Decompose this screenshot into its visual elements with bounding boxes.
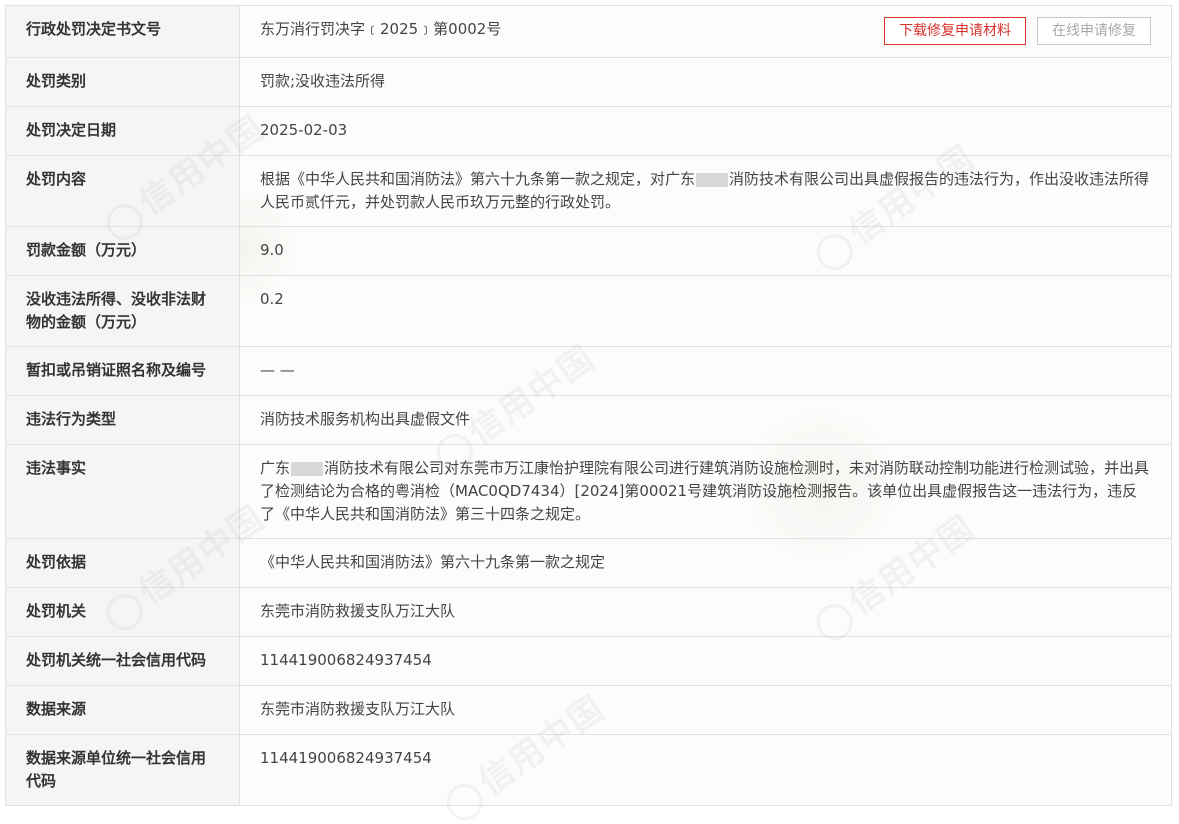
- penalty-detail-table: 行政处罚决定书文号 东万消行罚决字﹝2025﹞第0002号 下载修复申请材料 在…: [5, 5, 1172, 806]
- fine-value: 9.0: [239, 226, 1172, 276]
- table-row: 违法事实 广东 消防技术有限公司对东莞市万江康怡护理院有限公司进行建筑消防设施检测…: [5, 444, 1172, 539]
- license-value: — —: [239, 346, 1172, 396]
- table-row: 没收违法所得、没收非法财物的金额（万元） 0.2: [5, 275, 1172, 347]
- source-code-value: 114419006824937454: [239, 734, 1172, 806]
- authority-value: 东莞市消防救援支队万江大队: [239, 587, 1172, 637]
- source-value: 东莞市消防救援支队万江大队: [239, 685, 1172, 735]
- decision-no-cell: 东万消行罚决字﹝2025﹞第0002号 下载修复申请材料 在线申请修复: [239, 5, 1172, 58]
- table-row: 数据来源单位统一社会信用代码 114419006824937454: [5, 734, 1172, 806]
- table-row: 罚款金额（万元） 9.0: [5, 226, 1172, 276]
- authority-code-label: 处罚机关统一社会信用代码: [5, 636, 240, 686]
- online-repair-application-button[interactable]: 在线申请修复: [1037, 17, 1151, 45]
- basis-label: 处罚依据: [5, 538, 240, 588]
- table-row: 处罚机关统一社会信用代码 114419006824937454: [5, 636, 1172, 686]
- confiscation-value: 0.2: [239, 275, 1172, 347]
- decision-no-value: 东万消行罚决字﹝2025﹞第0002号: [260, 20, 502, 38]
- table-row: 行政处罚决定书文号 东万消行罚决字﹝2025﹞第0002号 下载修复申请材料 在…: [5, 5, 1172, 58]
- content-label: 处罚内容: [5, 155, 240, 227]
- table-row: 处罚决定日期 2025-02-03: [5, 106, 1172, 156]
- action-buttons: 下载修复申请材料 在线申请修复: [884, 17, 1151, 45]
- violation-type-label: 违法行为类型: [5, 395, 240, 445]
- facts-label: 违法事实: [5, 444, 240, 539]
- confiscation-label: 没收违法所得、没收非法财物的金额（万元）: [5, 275, 240, 347]
- table-row: 违法行为类型 消防技术服务机构出具虚假文件: [5, 395, 1172, 445]
- source-code-label: 数据来源单位统一社会信用代码: [5, 734, 240, 806]
- category-label: 处罚类别: [5, 57, 240, 107]
- redacted-block: [291, 461, 324, 476]
- decision-no-label: 行政处罚决定书文号: [5, 5, 240, 58]
- facts-value: 广东 消防技术有限公司对东莞市万江康怡护理院有限公司进行建筑消防设施检测时，未对消…: [239, 444, 1172, 539]
- violation-type-value: 消防技术服务机构出具虚假文件: [239, 395, 1172, 445]
- license-label: 暂扣或吊销证照名称及编号: [5, 346, 240, 396]
- decision-date-label: 处罚决定日期: [5, 106, 240, 156]
- redacted-block: [696, 172, 729, 187]
- authority-label: 处罚机关: [5, 587, 240, 637]
- authority-code-value: 114419006824937454: [239, 636, 1172, 686]
- table-row: 数据来源 东莞市消防救援支队万江大队: [5, 685, 1172, 735]
- content-value: 根据《中华人民共和国消防法》第六十九条第一款之规定，对广东 消防技术有限公司出具虚…: [239, 155, 1172, 227]
- decision-date-value: 2025-02-03: [239, 106, 1172, 156]
- table-row: 处罚类别 罚款;没收违法所得: [5, 57, 1172, 107]
- basis-value: 《中华人民共和国消防法》第六十九条第一款之规定: [239, 538, 1172, 588]
- table-row: 处罚机关 东莞市消防救援支队万江大队: [5, 587, 1172, 637]
- table-row: 暂扣或吊销证照名称及编号 — —: [5, 346, 1172, 396]
- table-row: 处罚依据 《中华人民共和国消防法》第六十九条第一款之规定: [5, 538, 1172, 588]
- fine-label: 罚款金额（万元）: [5, 226, 240, 276]
- table-row: 处罚内容 根据《中华人民共和国消防法》第六十九条第一款之规定，对广东 消防技术有限…: [5, 155, 1172, 227]
- source-label: 数据来源: [5, 685, 240, 735]
- category-value: 罚款;没收违法所得: [239, 57, 1172, 107]
- download-repair-materials-button[interactable]: 下载修复申请材料: [884, 17, 1026, 45]
